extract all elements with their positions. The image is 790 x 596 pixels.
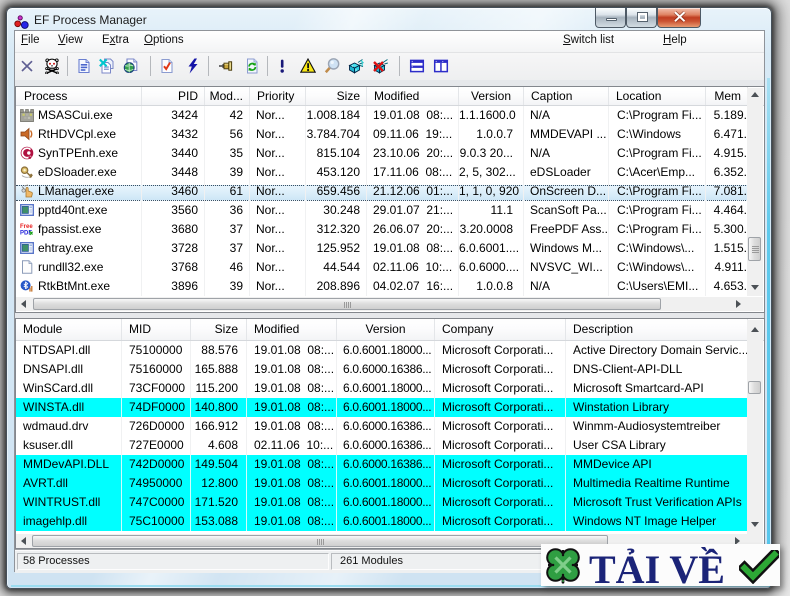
svg-text:Free: Free: [20, 224, 33, 230]
